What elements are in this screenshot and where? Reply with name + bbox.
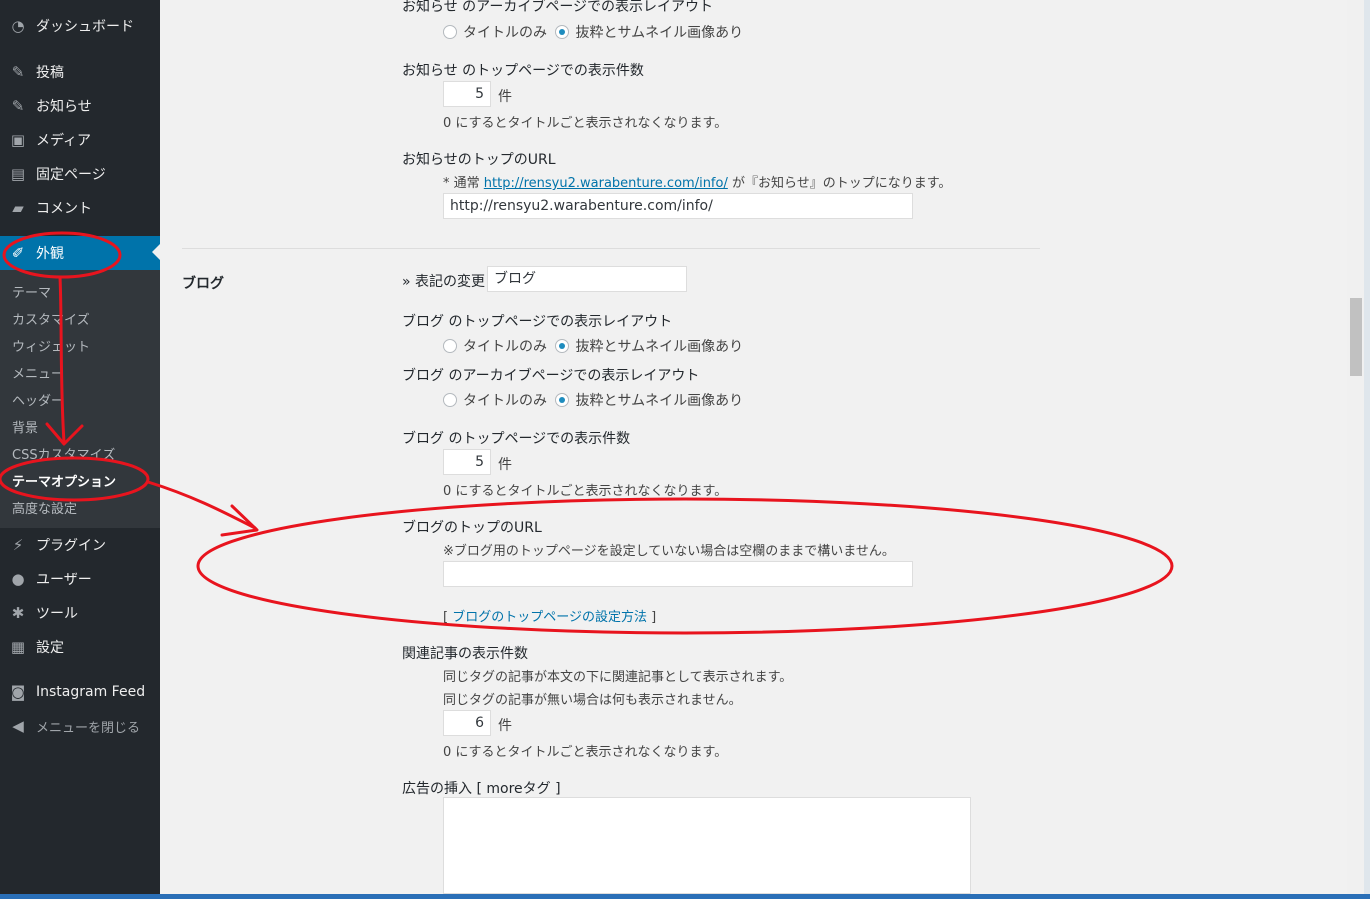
related-count-input[interactable]: 6 xyxy=(443,710,491,736)
info-url-link[interactable]: http://rensyu2.warabenture.com/info/ xyxy=(484,176,728,191)
blog-archive-layout-label: ブログ のアーカイブページでの表示レイアウト xyxy=(402,368,700,384)
blog-url-note: ※ブログ用のトップページを設定していない場合は空欄のままで構いません。 xyxy=(443,544,895,559)
blog-rename-input[interactable]: ブログ xyxy=(487,266,687,292)
blog-url-input[interactable] xyxy=(443,561,913,587)
info-top-count-input[interactable]: 5 xyxy=(443,81,491,107)
menu-item-news[interactable]: ✎ お知らせ xyxy=(0,89,160,123)
submenu-item-menus[interactable]: メニュー xyxy=(12,363,64,382)
menu-item-posts[interactable]: ✎ 投稿 xyxy=(0,55,160,89)
blog-section-title: ブログ xyxy=(182,276,224,292)
taskbar-edge xyxy=(0,894,1370,899)
ad-insert-textarea[interactable] xyxy=(443,797,971,894)
submenu-item-css-customize[interactable]: CSSカスタマイズ xyxy=(12,444,115,463)
menu-item-dashboard[interactable]: ◔ ダッシュボード xyxy=(0,9,160,43)
section-divider xyxy=(182,248,1040,249)
plugin-icon: ⚡ xyxy=(12,536,24,554)
menu-item-tools[interactable]: ✱ ツール xyxy=(0,596,160,630)
menu-item-plugins[interactable]: ⚡ プラグイン xyxy=(0,528,160,562)
pin-icon: ✎ xyxy=(11,97,25,115)
dashboard-icon: ◔ xyxy=(11,17,25,35)
ad-insert-label: 広告の挿入 [ moreタグ ] xyxy=(402,781,561,797)
blog-howto-link[interactable]: ブログのトップページの設定方法 xyxy=(452,610,647,625)
menu-item-settings[interactable]: ▦ 設定 xyxy=(0,630,160,664)
pin-icon: ✎ xyxy=(11,63,25,81)
blog-rename-label: » 表記の変更 xyxy=(402,274,486,290)
page-scrollbar[interactable] xyxy=(1347,0,1364,894)
blog-howto: [ ブログのトップページの設定方法 ] xyxy=(443,610,657,625)
window-edge xyxy=(1364,0,1370,894)
info-archive-layout-label: お知らせ のアーカイブページでの表示レイアウト xyxy=(402,0,714,15)
related-count-unit: 件 xyxy=(498,718,512,734)
blog-count-unit: 件 xyxy=(498,457,512,473)
camera-icon: ◙ xyxy=(10,683,26,701)
main-content: お知らせ のアーカイブページでの表示レイアウト タイトルのみ 抜粋とサムネイル画… xyxy=(160,0,1347,894)
info-url-label: お知らせのトップのURL xyxy=(402,152,556,168)
blog-top-layout-label: ブログ のトップページでの表示レイアウト xyxy=(402,314,673,330)
info-top-count-label: お知らせ のトップページでの表示件数 xyxy=(402,63,644,79)
media-icon: ▣ xyxy=(10,131,26,149)
settings-icon: ▦ xyxy=(10,638,26,656)
related-count-label: 関連記事の表示件数 xyxy=(402,646,528,662)
user-icon: ● xyxy=(11,570,25,588)
radio-title-only[interactable] xyxy=(443,25,457,39)
menu-item-media[interactable]: ▣ メディア xyxy=(0,123,160,157)
appearance-submenu: テーマ カスタマイズ ウィジェット メニュー ヘッダー 背景 CSSカスタマイズ… xyxy=(0,270,160,528)
submenu-item-header[interactable]: ヘッダー xyxy=(12,390,64,409)
admin-sidebar: ◔ ダッシュボード ✎ 投稿 ✎ お知らせ ▣ メディア ▤ 固定ページ ▰ コ… xyxy=(0,0,160,894)
page-icon: ▤ xyxy=(10,165,26,183)
blog-top-layout-radios: タイトルのみ 抜粋とサムネイル画像あり xyxy=(443,336,743,356)
submenu-item-customize[interactable]: カスタマイズ xyxy=(12,309,90,328)
menu-item-appearance[interactable]: ✐ 外観 xyxy=(0,236,160,270)
menu-item-pages[interactable]: ▤ 固定ページ xyxy=(0,157,160,191)
related-zero-note: 0 にするとタイトルごと表示されなくなります。 xyxy=(443,745,728,760)
blog-top-count-label: ブログ のトップページでの表示件数 xyxy=(402,431,631,447)
menu-item-comments[interactable]: ▰ コメント xyxy=(0,191,160,225)
collapse-menu-button[interactable]: ◀ メニューを閉じる xyxy=(0,712,160,740)
related-note-1: 同じタグの記事が本文の下に関連記事として表示されます。 xyxy=(443,670,793,685)
wrench-icon: ✱ xyxy=(11,604,25,622)
radio-excerpt-thumbnail[interactable] xyxy=(555,393,570,407)
info-zero-note: 0 にするとタイトルごと表示されなくなります。 xyxy=(443,116,728,131)
comment-icon: ▰ xyxy=(12,199,24,217)
related-note-2: 同じタグの記事が無い場合は何も表示されません。 xyxy=(443,693,742,708)
submenu-item-themes[interactable]: テーマ xyxy=(12,282,51,301)
menu-item-users[interactable]: ● ユーザー xyxy=(0,562,160,596)
info-archive-layout-radios: タイトルのみ 抜粋とサムネイル画像あり xyxy=(443,22,743,42)
scrollbar-thumb[interactable] xyxy=(1350,298,1362,376)
blog-url-label: ブログのトップのURL xyxy=(402,520,542,536)
submenu-item-theme-options[interactable]: テーマオプション xyxy=(12,471,116,490)
info-url-input[interactable]: http://rensyu2.warabenture.com/info/ xyxy=(443,193,913,219)
info-url-note: * 通常 http://rensyu2.warabenture.com/info… xyxy=(443,176,952,191)
submenu-item-widgets[interactable]: ウィジェット xyxy=(12,336,90,355)
brush-icon: ✐ xyxy=(11,244,25,262)
radio-excerpt-thumbnail[interactable] xyxy=(555,339,570,353)
submenu-item-advanced[interactable]: 高度な設定 xyxy=(12,498,77,517)
submenu-item-background[interactable]: 背景 xyxy=(12,417,38,436)
blog-zero-note: 0 にするとタイトルごと表示されなくなります。 xyxy=(443,484,728,499)
collapse-arrow-icon: ◀ xyxy=(12,717,24,735)
radio-excerpt-thumbnail[interactable] xyxy=(555,25,570,39)
radio-title-only[interactable] xyxy=(443,393,457,407)
menu-item-instagram-feed[interactable]: ◙ Instagram Feed xyxy=(0,675,160,709)
blog-top-count-input[interactable]: 5 xyxy=(443,449,491,475)
blog-archive-layout-radios: タイトルのみ 抜粋とサムネイル画像あり xyxy=(443,390,743,410)
info-count-unit: 件 xyxy=(498,89,512,105)
radio-title-only[interactable] xyxy=(443,339,457,353)
current-menu-arrow xyxy=(152,244,160,260)
